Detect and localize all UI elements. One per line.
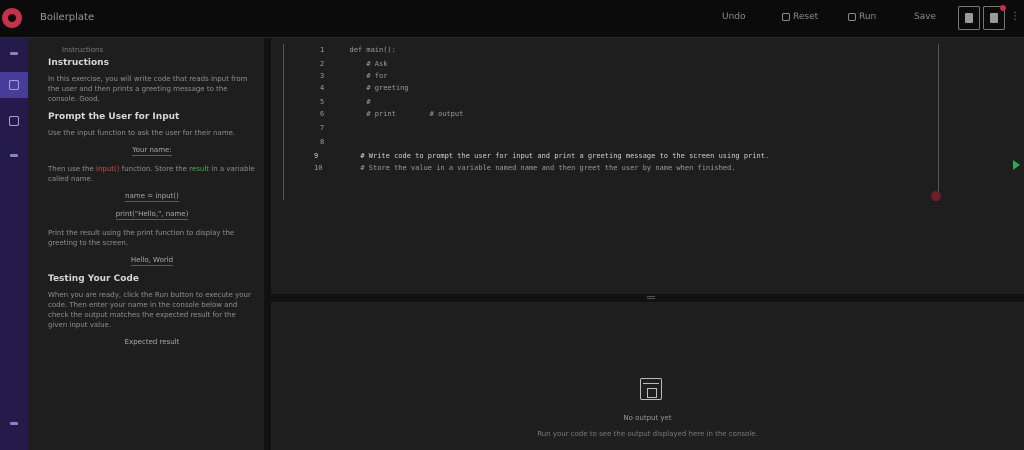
vertical-splitter[interactable] [264, 38, 271, 450]
example-text: name = input() [125, 192, 179, 202]
print-paragraph: Print the result using the print functio… [48, 229, 235, 247]
run-button[interactable]: Run [848, 12, 876, 22]
undo-button[interactable]: Undo [722, 12, 746, 22]
instructions-heading: Instructions [48, 58, 109, 68]
code-line[interactable]: 9 # Write code to prompt the user for in… [314, 152, 769, 160]
example-block: Your name: [48, 146, 256, 156]
testing-paragraph: When you are ready, click the Run button… [48, 291, 251, 329]
rail-settings-button[interactable] [0, 410, 28, 436]
code-line[interactable]: 1 def main(): [320, 46, 396, 54]
book-icon [9, 80, 19, 90]
code-line[interactable]: 7 [320, 124, 324, 132]
save-button[interactable]: Save [914, 12, 936, 22]
instructions-breadcrumb: Instructions [62, 46, 104, 54]
app-title: Boilerplate [40, 12, 95, 23]
reset-button[interactable]: Reset [782, 12, 818, 22]
instructions-panel: Instructions Instructions In this exerci… [40, 38, 264, 450]
bell-icon [990, 13, 998, 23]
instructions-paragraph: In this exercise, you will write code th… [48, 74, 256, 104]
example-text: Your name: [132, 146, 172, 156]
code-line[interactable]: 2 # Ask [320, 60, 387, 68]
instructions-text: Then use the [48, 165, 94, 173]
instructions-text: Good. [79, 95, 100, 103]
example-block: print("Hello,", name) [48, 210, 256, 220]
horizontal-splitter[interactable] [271, 294, 1024, 302]
code-line[interactable]: 4 # greeting [320, 84, 409, 92]
more-icon[interactable]: ⋮ [1010, 11, 1020, 22]
run-line-icon[interactable] [1013, 160, 1020, 170]
output-panel: No output yet Run your code to see the o… [271, 302, 1024, 450]
code-line[interactable]: 8 [320, 138, 324, 146]
console-icon [640, 378, 662, 400]
app-logo-icon [2, 8, 22, 28]
upload-button[interactable] [958, 6, 980, 30]
empty-state-description: Run your code to see the output displaye… [537, 430, 758, 438]
activity-rail [0, 38, 28, 450]
code-editor[interactable]: 1 def main(): 2 # Ask 3 # for 4 # greeti… [271, 38, 1024, 294]
undo-label: Undo [722, 12, 746, 22]
search-icon [9, 116, 19, 126]
input-paragraph: Then use the input() function. Store the… [48, 164, 256, 184]
instructions-text: function. Store the [121, 165, 187, 173]
code-line[interactable]: 5 # [320, 98, 371, 106]
top-bar: Boilerplate Undo Reset Run Save ⋮ [0, 0, 1024, 38]
example-block: Expected result [124, 338, 180, 346]
splitter-grip-icon[interactable] [647, 296, 655, 299]
rail-files-button[interactable] [0, 40, 28, 66]
save-label: Save [914, 12, 937, 22]
code-line[interactable]: 10 # Store the value in a variable named… [314, 164, 735, 172]
rail-instructions-button[interactable] [0, 72, 28, 98]
files-icon [10, 51, 18, 55]
extensions-icon [10, 153, 18, 157]
code-highlight: input() [96, 165, 120, 173]
reset-label: Reset [793, 12, 819, 22]
instructions-text: In this exercise, you will write code th… [48, 75, 248, 103]
error-indicator-icon [931, 191, 941, 201]
example-text: Hello, World [130, 256, 174, 266]
notifications-button[interactable] [983, 5, 1006, 30]
empty-state-title: No output yet [623, 414, 672, 422]
rail-search-button[interactable] [0, 108, 28, 134]
upload-icon [965, 13, 973, 23]
code-line[interactable]: 6 # print # output [320, 110, 463, 118]
rail-extensions-button[interactable] [0, 142, 28, 168]
prompt-paragraph: Use the input function to ask the user f… [48, 129, 236, 137]
run-label: Run [859, 12, 877, 22]
reset-icon [782, 13, 790, 21]
testing-heading: Testing Your Code [48, 274, 139, 284]
example-block: name = input() [48, 192, 256, 202]
gear-icon [10, 421, 18, 425]
run-icon [848, 13, 856, 21]
code-line[interactable]: 3 # for [320, 72, 387, 80]
notification-badge [1000, 5, 1006, 11]
prompt-heading: Prompt the User for Input [48, 112, 180, 122]
code-frame: 1 def main(): 2 # Ask 3 # for 4 # greeti… [283, 44, 939, 200]
example-block: Hello, World [48, 256, 256, 266]
code-highlight: result [189, 165, 210, 173]
example-text: print("Hello,", name) [115, 210, 189, 220]
